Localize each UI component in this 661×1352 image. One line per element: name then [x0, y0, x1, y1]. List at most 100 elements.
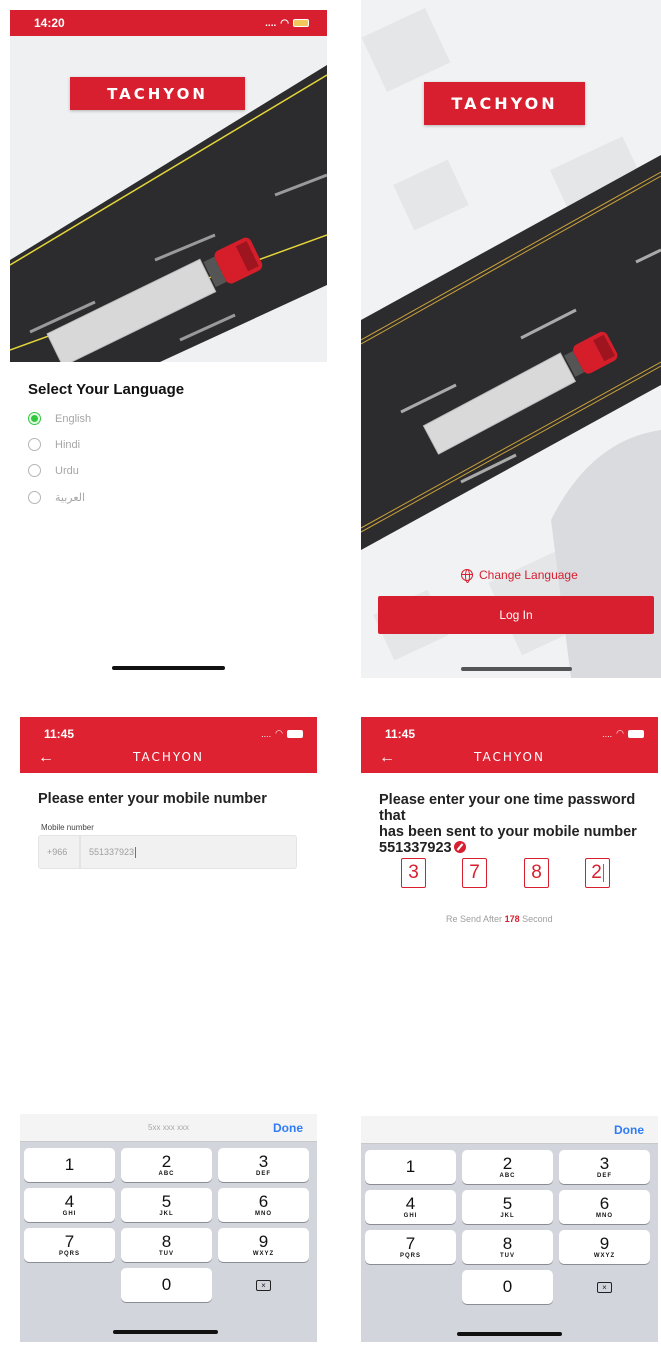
key-1[interactable]: 1: [365, 1150, 456, 1184]
status-time: 14:20: [34, 16, 65, 30]
key-6[interactable]: 6 MNO: [559, 1190, 650, 1224]
resend-seconds: 178: [504, 914, 520, 924]
language-option-urdu[interactable]: Urdu: [28, 464, 79, 477]
key-2[interactable]: 2 ABC: [462, 1150, 553, 1184]
text-caret: [135, 846, 137, 858]
otp-digit-4[interactable]: 2: [585, 858, 610, 888]
language-label: العربية: [55, 492, 86, 504]
key-letters: MNO: [255, 1211, 272, 1217]
otp-digit-2[interactable]: 7: [462, 858, 487, 888]
key-digit: 7: [64, 1232, 75, 1251]
keypad-toolbar: 5xx xxx xxx Done: [20, 1114, 317, 1142]
status-icons: .... ◠: [602, 728, 644, 739]
key-digit: 9: [258, 1232, 269, 1251]
key-letters: WXYZ: [252, 1251, 275, 1257]
otp-digit-value: 7: [469, 862, 480, 883]
backspace-icon: ×: [256, 1279, 271, 1291]
key-4[interactable]: 4 GHI: [365, 1190, 456, 1224]
login-button[interactable]: Log In: [378, 596, 654, 634]
key-letters: TUV: [500, 1253, 515, 1259]
language-option-arabic[interactable]: العربية: [28, 491, 85, 504]
page-title: Please enter your mobile number: [38, 791, 267, 807]
edit-icon[interactable]: [453, 841, 466, 853]
key-3[interactable]: 3 DEF: [559, 1150, 650, 1184]
mobile-number-screen: 11:45 .... ◠ ← TACHYON Please enter your…: [20, 717, 317, 1342]
key-letters: MNO: [596, 1213, 613, 1219]
key-3[interactable]: 3 DEF: [218, 1148, 309, 1182]
signal-icon: ....: [265, 17, 277, 29]
mobile-number-label: Mobile number: [41, 823, 94, 832]
language-option-english[interactable]: English: [28, 412, 91, 425]
key-digit: 5: [161, 1192, 172, 1211]
radio-icon[interactable]: [28, 412, 41, 425]
home-indicator: [461, 667, 572, 671]
language-option-hindi[interactable]: Hindi: [28, 438, 80, 451]
done-button[interactable]: Done: [273, 1121, 303, 1135]
key-digit: 0: [161, 1275, 172, 1294]
key-8[interactable]: 8 TUV: [462, 1230, 553, 1264]
key-4[interactable]: 4 GHI: [24, 1188, 115, 1222]
radio-icon[interactable]: [28, 491, 41, 504]
key-digit: 3: [599, 1154, 610, 1173]
change-language-link[interactable]: Change Language: [461, 568, 578, 583]
numeric-keypad: Done 1 2 ABC 3 DEF 4 GHI 5 JKL 6 MNO 7 PQRS 8T…: [361, 1116, 658, 1342]
done-button[interactable]: Done: [614, 1123, 644, 1137]
phone-number: 551337923: [379, 840, 452, 856]
country-code-field[interactable]: +966: [38, 835, 80, 869]
key-2[interactable]: 2 ABC: [121, 1148, 212, 1182]
key-digit: 3: [258, 1152, 269, 1171]
status-time: 11:45: [44, 727, 75, 741]
key-0[interactable]: 0: [462, 1270, 553, 1304]
language-label: Hindi: [55, 438, 81, 451]
otp-digit-value: 3: [408, 862, 419, 883]
key-letters: PQRS: [399, 1253, 421, 1259]
mobile-number-input[interactable]: 551337923: [80, 835, 297, 869]
otp-digit-3[interactable]: 8: [524, 858, 549, 888]
signal-icon: ....: [261, 728, 272, 739]
language-label: Urdu: [55, 464, 79, 477]
key-1[interactable]: 1: [24, 1148, 115, 1182]
key-digit: 6: [258, 1192, 269, 1211]
key-8[interactable]: 8 TUV: [121, 1228, 212, 1262]
key-digit: 7: [405, 1234, 416, 1253]
key-digit: 1: [64, 1155, 75, 1174]
mobile-number-value: 551337923: [89, 847, 135, 857]
page-title: Please enter your one time password that…: [379, 792, 654, 856]
battery-icon: [287, 729, 303, 738]
key-0[interactable]: 0: [121, 1268, 212, 1302]
key-5[interactable]: 5 JKL: [121, 1188, 212, 1222]
key-digit: 8: [502, 1234, 513, 1253]
key-letters: ABC: [499, 1173, 516, 1179]
key-6[interactable]: 6 MNO: [218, 1188, 309, 1222]
title-line-2: has been sent to your mobile number: [379, 824, 637, 840]
phone-number-line: 551337923: [379, 840, 654, 856]
login-screen: TACHYON Change Language Log In: [361, 0, 661, 678]
key-letters: GHI: [62, 1211, 77, 1217]
delete-key[interactable]: ×: [559, 1270, 650, 1304]
key-9[interactable]: 9 WXYZ: [218, 1228, 309, 1262]
change-language-label: Change Language: [479, 568, 578, 582]
key-digit: 1: [405, 1157, 416, 1176]
delete-key[interactable]: ×: [218, 1268, 309, 1302]
wifi-icon: ◠: [275, 728, 283, 738]
otp-digit-value: 8: [531, 862, 542, 883]
key-digit: 4: [405, 1194, 416, 1213]
key-digit: 2: [502, 1154, 513, 1173]
key-9[interactable]: 9 WXYZ: [559, 1230, 650, 1264]
otp-digit-1[interactable]: 3: [401, 858, 426, 888]
text-caret: [602, 864, 604, 882]
keypad-toolbar: Done: [361, 1116, 658, 1144]
title-line-1: Please enter your one time password that: [379, 792, 636, 824]
radio-icon[interactable]: [28, 464, 41, 477]
resend-suffix: Second: [522, 914, 553, 924]
key-5[interactable]: 5 JKL: [462, 1190, 553, 1224]
app-header: 11:45 .... ◠ ← TACHYON: [361, 717, 658, 773]
status-icons: .... ◠: [265, 18, 309, 29]
key-7[interactable]: 7 PQRS: [365, 1230, 456, 1264]
key-letters: WXYZ: [593, 1253, 616, 1259]
radio-icon[interactable]: [28, 438, 41, 451]
key-letters: GHI: [403, 1213, 418, 1219]
signal-icon: ....: [602, 728, 613, 739]
key-7[interactable]: 7 PQRS: [24, 1228, 115, 1262]
language-label: English: [55, 412, 92, 425]
